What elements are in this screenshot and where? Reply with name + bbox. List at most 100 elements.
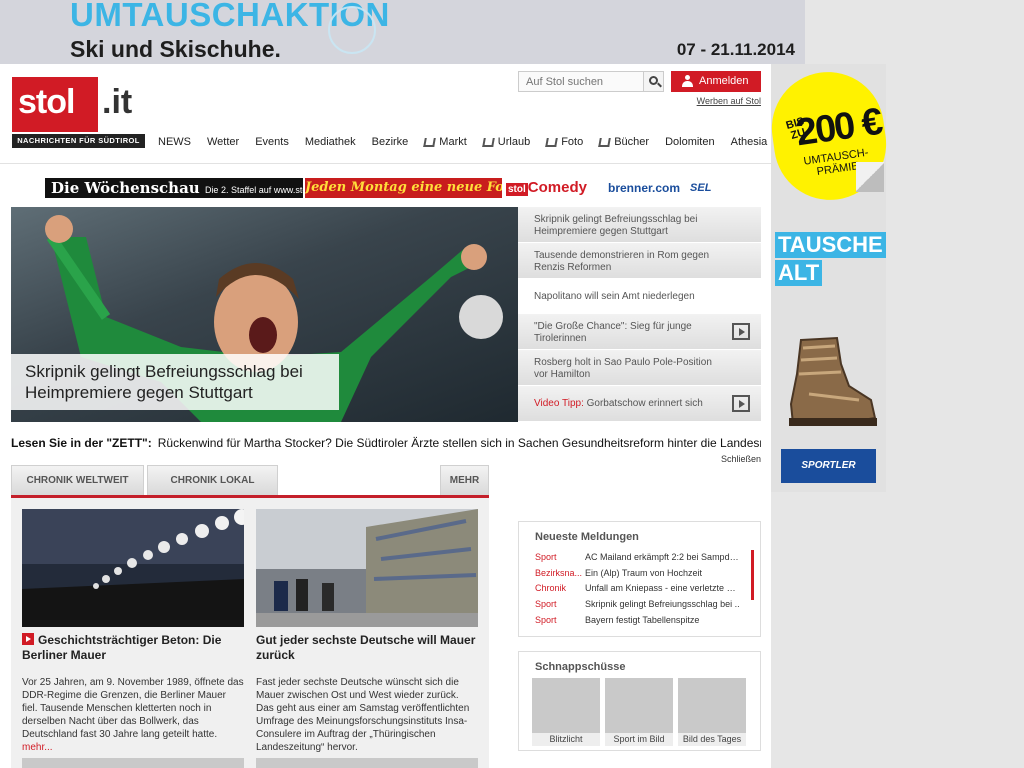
berlin-wall-graffiti-photo[interactable] bbox=[256, 509, 478, 627]
nav-item-events[interactable]: Events bbox=[255, 134, 289, 150]
advertise-link[interactable]: Werben auf Stol bbox=[697, 96, 761, 106]
shopping-cart-icon bbox=[423, 137, 437, 147]
news-headline[interactable]: AC Mailand erkämpft 2:2 bei Sampdor.. bbox=[585, 550, 741, 566]
nav-item-athesia[interactable]: Athesia bbox=[731, 134, 768, 150]
news-row[interactable]: Sport Bayern festigt Tabellenspitze bbox=[535, 613, 755, 629]
tausche-line1: TAUSCHE bbox=[775, 232, 886, 258]
nav-item-wetter[interactable]: Wetter bbox=[207, 134, 239, 150]
top-banner-ad[interactable]: UMTAUSCHAKTION Ski und Skischuhe. 07 - 2… bbox=[0, 0, 805, 64]
ticker-label: Lesen Sie in der "ZETT": bbox=[11, 436, 152, 450]
hero-headline-item[interactable]: Video Tipp: Gorbatschow erinnert sich bbox=[518, 385, 761, 422]
article-area: Geschichtsträchtiger Beton: Die Berliner… bbox=[11, 498, 489, 768]
tab-chronik-weltweit[interactable]: CHRONIK WELTWEIT bbox=[11, 465, 144, 495]
hero-headline-item[interactable]: "Die Große Chance": Sieg für junge Tirol… bbox=[518, 314, 761, 351]
search-input[interactable] bbox=[518, 71, 644, 92]
video-tip-label: Video Tipp: bbox=[534, 397, 584, 409]
nav-item-dolomiten[interactable]: Dolomiten bbox=[665, 134, 715, 150]
hero-headline-text: Tausende demonstrieren in Rom gegen Renz… bbox=[534, 249, 710, 273]
article-teaser: Fast jeder sechste Deutsche wünscht sich… bbox=[256, 677, 470, 753]
news-headline[interactable]: Bayern festigt Tabellenspitze bbox=[585, 613, 741, 629]
nav-item-label: Bezirke bbox=[371, 136, 409, 148]
nav-item-markt[interactable]: Markt bbox=[423, 134, 467, 150]
shopping-cart-icon bbox=[482, 137, 495, 147]
news-headline[interactable]: Ein (Alp) Traum von Hochzeit bbox=[585, 566, 741, 582]
news-category[interactable]: Chronik bbox=[535, 581, 585, 597]
hero-headline-text: Napolitano will sein Amt niederlegen bbox=[534, 290, 695, 302]
nav-item-foto[interactable]: Foto bbox=[545, 134, 584, 150]
main-nav: NEWS Wetter Events Mediathek Bezirke Markt Url… bbox=[158, 134, 783, 150]
image-placeholder bbox=[22, 758, 244, 768]
nav-item-label: Urlaub bbox=[497, 136, 531, 148]
berlin-wall-lights-photo[interactable] bbox=[22, 509, 244, 627]
nav-item-urlaub[interactable]: Urlaub bbox=[482, 134, 531, 150]
search-button[interactable] bbox=[643, 71, 664, 92]
tausche-alt-text: TAUSCHE ALT bbox=[775, 232, 886, 288]
news-category[interactable]: Sport bbox=[535, 597, 585, 613]
hero-caption[interactable]: Skripnik gelingt Befreiungsschlag bei He… bbox=[11, 354, 339, 410]
latest-news-box: Neueste Meldungen Sport AC Mailand erkämp… bbox=[518, 521, 761, 637]
hero-headline-list: Skripnik gelingt Befreiungsschlag bei He… bbox=[518, 207, 761, 422]
nav-item-label: Markt bbox=[439, 136, 467, 148]
article-title[interactable]: Gut jeder sechste Deutsche will Mauer zu… bbox=[256, 633, 478, 663]
nav-item-label: Foto bbox=[561, 136, 584, 148]
logo-suffix: .it bbox=[102, 83, 133, 121]
news-headline[interactable]: Skripnik gelingt Befreiungsschlag bei .. bbox=[585, 597, 741, 613]
article-title[interactable]: Geschichtsträchtiger Beton: Die Berliner… bbox=[22, 633, 244, 663]
montag-banner[interactable]: Jeden Montag eine neue Folge! bbox=[305, 178, 502, 198]
login-label: Anmelden bbox=[699, 75, 749, 87]
latest-news-title: Neueste Meldungen bbox=[535, 531, 639, 543]
brenner-link[interactable]: brenner.com bbox=[608, 181, 680, 195]
news-category[interactable]: Bezirksna... bbox=[535, 566, 585, 582]
login-button[interactable]: Anmelden bbox=[671, 71, 761, 92]
hero-headline-item[interactable]: Napolitano will sein Amt niederlegen bbox=[518, 278, 761, 315]
nav-item-mediathek[interactable]: Mediathek bbox=[305, 134, 356, 150]
tab-more[interactable]: MEHR bbox=[440, 465, 489, 495]
news-row[interactable]: Chronik Unfall am Kniepass - eine verletz… bbox=[535, 581, 755, 597]
sportler-logo: SPORTLER bbox=[781, 449, 876, 483]
article-card[interactable]: Gut jeder sechste Deutsche will Mauer zu… bbox=[256, 509, 478, 768]
snapshot-blitzlicht[interactable]: Blitzlicht bbox=[532, 678, 600, 746]
hero-headline-item[interactable]: Rosberg holt in Sao Paulo Pole-Position … bbox=[518, 350, 761, 386]
nav-item-label: NEWS bbox=[158, 136, 191, 148]
hero-headline-item[interactable]: Skripnik gelingt Befreiungsschlag bei He… bbox=[518, 207, 761, 243]
snapshot-sport-im-bild[interactable]: Sport im Bild bbox=[605, 678, 673, 746]
news-scrollbar[interactable] bbox=[751, 550, 754, 600]
logo-tagline: NACHRICHTEN FÜR SÜDTIROL bbox=[12, 134, 145, 148]
woechenschau-banner[interactable]: Die Wöchenschau Die 2. Staffel auf www.s… bbox=[45, 178, 303, 198]
sel-link[interactable]: SEL bbox=[690, 182, 711, 194]
article-card[interactable]: Geschichtsträchtiger Beton: Die Berliner… bbox=[22, 509, 244, 768]
ski-boot-image bbox=[789, 336, 877, 426]
more-link[interactable]: mehr... bbox=[22, 742, 53, 753]
hero-headline-text: Skripnik gelingt Befreiungsschlag bei He… bbox=[534, 214, 698, 237]
logo-main: stol bbox=[12, 77, 98, 132]
nav-item-label: Mediathek bbox=[304, 136, 356, 148]
news-row[interactable]: Bezirksna... Ein (Alp) Traum von Hochzeit bbox=[535, 566, 755, 582]
close-ticker-link[interactable]: Schließen bbox=[721, 454, 761, 464]
hero-headline-text: "Die Große Chance": Sieg für junge Tirol… bbox=[534, 321, 692, 345]
snapshots-title: Schnappschüsse bbox=[535, 661, 626, 673]
tab-chronik-lokal[interactable]: CHRONIK LOKAL bbox=[147, 465, 278, 495]
hero-headline-text: Gorbatschow erinnert sich bbox=[586, 397, 703, 409]
image-placeholder bbox=[256, 758, 478, 768]
hero-image[interactable]: Skripnik gelingt Befreiungsschlag bei He… bbox=[11, 207, 518, 422]
news-headline[interactable]: Unfall am Kniepass - eine verletzte Pe.. bbox=[585, 581, 741, 597]
stol-logo[interactable]: stol .it NACHRICHTEN FÜR SÜDTIROL bbox=[12, 77, 145, 148]
news-category[interactable]: Sport bbox=[535, 613, 585, 629]
news-category[interactable]: Sport bbox=[535, 550, 585, 566]
page-curl-graphic bbox=[856, 162, 884, 192]
stol-comedy-link[interactable]: stol Comedy bbox=[506, 178, 600, 198]
nav-item-news[interactable]: NEWS bbox=[158, 134, 191, 150]
news-row[interactable]: Sport Skripnik gelingt Befreiungsschlag b… bbox=[535, 597, 755, 613]
nav-item-bücher[interactable]: Bücher bbox=[598, 134, 649, 150]
latest-news-list: Sport AC Mailand erkämpft 2:2 bei Sampdor… bbox=[535, 550, 755, 628]
video-play-icon bbox=[732, 323, 750, 341]
skyscraper-ad[interactable]: BIS ZU 200 € UMTAUSCH-PRÄMIE TAUSCHE ALT… bbox=[764, 64, 894, 492]
nav-item-label: Dolomiten bbox=[665, 136, 715, 148]
zett-ticker[interactable]: Lesen Sie in der "ZETT": Rückenwind für M… bbox=[11, 436, 761, 452]
hero-headline-item[interactable]: Tausende demonstrieren in Rom gegen Renz… bbox=[518, 242, 761, 279]
tausche-line2: ALT bbox=[775, 260, 823, 286]
snapshot-bild-des-tages[interactable]: Bild des Tages bbox=[678, 678, 746, 746]
nav-item-bezirke[interactable]: Bezirke bbox=[372, 134, 409, 150]
article-teaser: Vor 25 Jahren, am 9. November 1989, öffn… bbox=[22, 677, 244, 753]
news-row[interactable]: Sport AC Mailand erkämpft 2:2 bei Sampdor… bbox=[535, 550, 755, 566]
